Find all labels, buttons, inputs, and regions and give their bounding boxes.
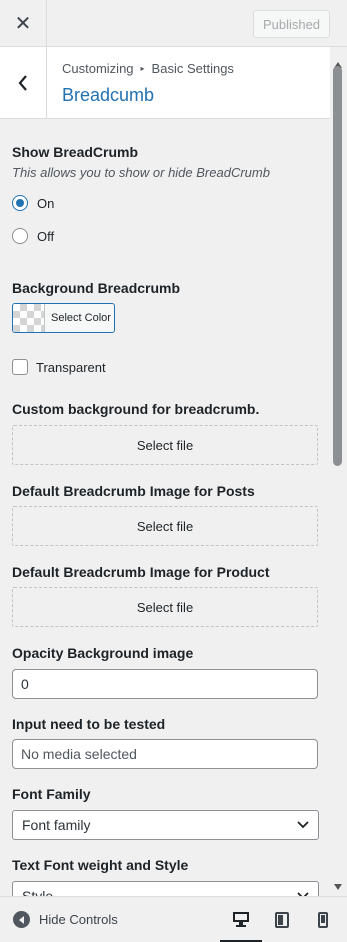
chevron-down-icon <box>297 821 309 829</box>
panel-title: Breadcumb <box>62 85 155 105</box>
breadcrumb-root: Customizing <box>62 61 134 76</box>
default-product-select-file[interactable]: Select file <box>12 587 318 627</box>
controls-panel: Show BreadCrumb This allows you to show … <box>0 120 330 896</box>
font-weight-label: Text Font weight and Style <box>12 857 189 873</box>
breadcrumb: Customizing ▸ Basic Settings <box>62 61 234 76</box>
opacity-label: Opacity Background image <box>12 645 194 661</box>
radio-on-control[interactable] <box>12 195 28 211</box>
font-family-label: Font Family <box>12 786 91 802</box>
radio-on-label: On <box>37 195 55 211</box>
font-family-selected: Font family <box>22 817 91 833</box>
default-product-image-label: Default Breadcrumb Image for Product <box>12 564 270 580</box>
default-posts-select-file[interactable]: Select file <box>12 506 318 546</box>
select-color-button[interactable]: Select Color <box>12 303 115 333</box>
preview-tablet-button[interactable] <box>261 897 303 942</box>
custom-background-label: Custom background for breadcrumb. <box>12 401 260 417</box>
color-swatch <box>13 304 45 332</box>
font-weight-selected: Style <box>22 888 54 896</box>
panel-scrollbar[interactable] <box>330 60 347 896</box>
radio-off[interactable]: Off <box>12 228 54 244</box>
radio-off-label: Off <box>37 228 55 244</box>
published-button[interactable]: Published <box>253 10 330 38</box>
input-tested-label: Input need to be tested <box>12 716 166 732</box>
close-customizer-button[interactable]: ✕ <box>0 0 47 47</box>
opacity-input[interactable]: 0 <box>12 669 318 699</box>
radio-off-control[interactable] <box>12 228 28 244</box>
scroll-down-icon[interactable] <box>334 884 342 890</box>
close-icon: ✕ <box>14 13 32 35</box>
panel-header: Customizing ▸ Basic Settings Breadcumb <box>0 47 330 119</box>
back-button[interactable] <box>0 47 47 118</box>
collapse-arrow-icon <box>13 911 30 928</box>
breadcrumb-separator-icon: ▸ <box>140 64 145 73</box>
font-weight-select[interactable]: Style <box>12 881 319 896</box>
default-posts-image-label: Default Breadcrumb Image for Posts <box>12 483 255 499</box>
customizer-topbar: ✕ Published <box>0 0 347 47</box>
show-breadcrumb-label: Show BreadCrumb <box>12 144 139 160</box>
hide-controls-label: Hide Controls <box>39 912 118 927</box>
select-color-label: Select Color <box>51 312 111 324</box>
tablet-icon <box>275 912 289 928</box>
preview-desktop-button[interactable] <box>220 897 262 942</box>
preview-mobile-button[interactable] <box>302 897 344 942</box>
breadcrumb-section: Basic Settings <box>151 61 234 76</box>
hide-controls-button[interactable]: Hide Controls <box>13 911 118 928</box>
input-tested-field[interactable]: No media selected <box>12 739 318 769</box>
radio-on[interactable]: On <box>12 195 54 211</box>
desktop-icon <box>233 911 249 927</box>
customizer-footer: Hide Controls <box>0 896 347 942</box>
custom-background-select-file[interactable]: Select file <box>12 425 318 465</box>
transparent-checkbox-row[interactable]: Transparent <box>12 359 106 375</box>
chevron-left-icon <box>18 74 27 91</box>
mobile-icon <box>318 912 328 928</box>
font-family-select[interactable]: Font family <box>12 810 319 840</box>
transparent-label: Transparent <box>36 359 106 375</box>
show-breadcrumb-description: This allows you to show or hide BreadCru… <box>12 165 270 180</box>
scrollbar-thumb[interactable] <box>333 66 342 466</box>
background-breadcrumb-label: Background Breadcrumb <box>12 280 181 296</box>
transparent-checkbox[interactable] <box>12 359 28 375</box>
